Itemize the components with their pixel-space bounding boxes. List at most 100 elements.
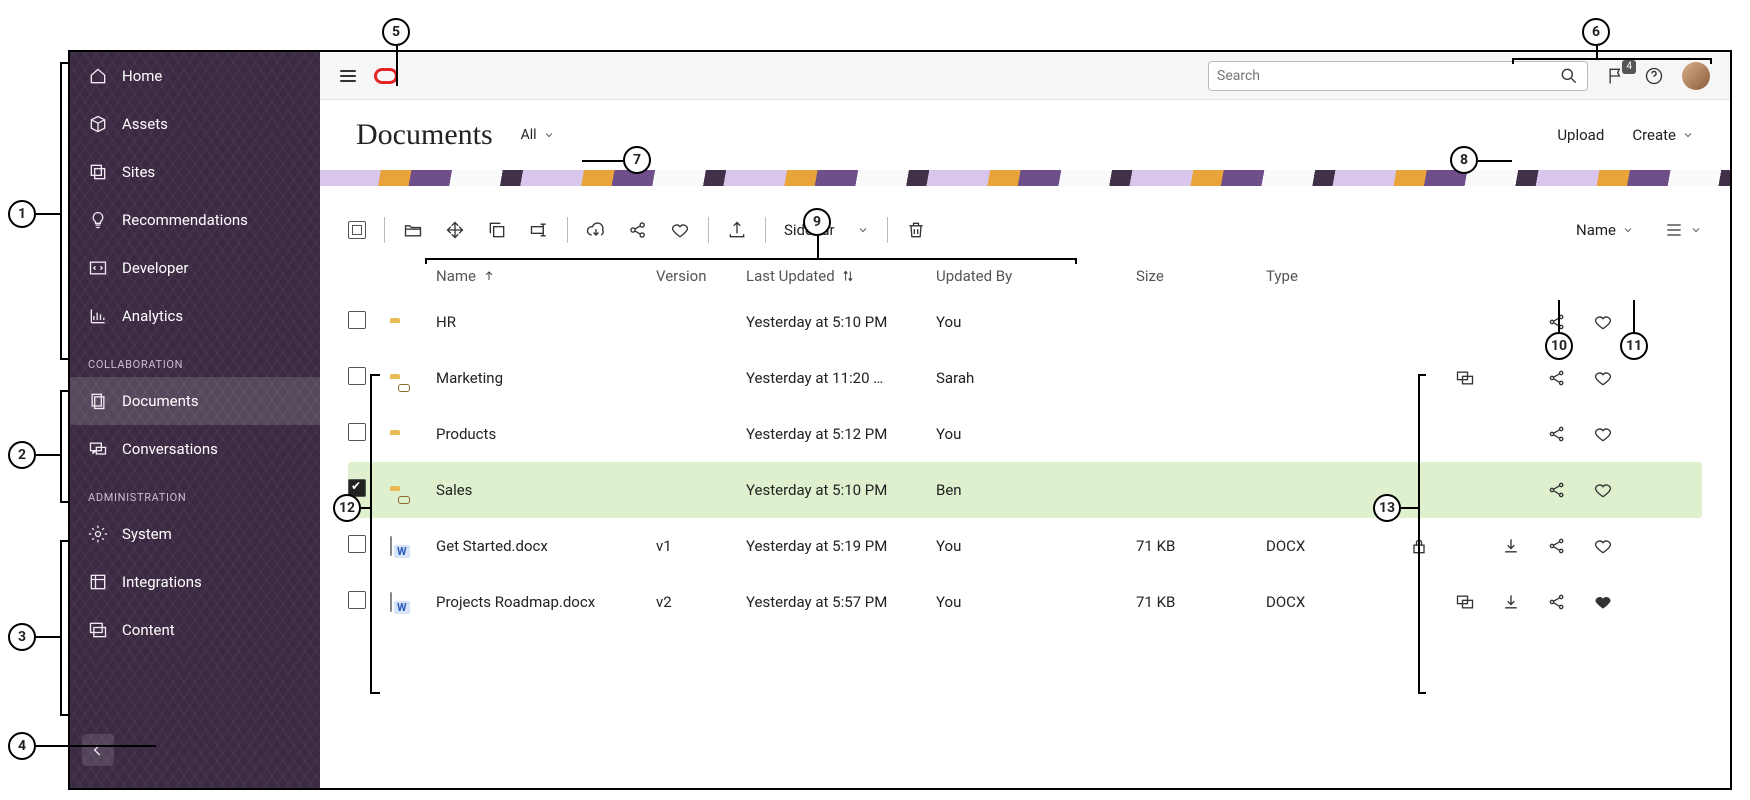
create-button[interactable]: Create bbox=[1632, 126, 1694, 144]
sidebar-item-analytics[interactable]: Analytics bbox=[70, 292, 320, 340]
sidebar-item-label: Home bbox=[122, 67, 162, 85]
cell-name: Projects Roadmap.docx bbox=[436, 593, 656, 611]
row-checkbox[interactable] bbox=[348, 311, 366, 329]
leader-3 bbox=[36, 636, 60, 638]
callout-8: 8 bbox=[1450, 146, 1478, 174]
sidebar-item-integrations[interactable]: Integrations bbox=[70, 558, 320, 606]
heart-icon bbox=[1593, 312, 1613, 332]
gear-icon bbox=[88, 524, 108, 544]
share-icon bbox=[628, 220, 648, 240]
table-row[interactable]: SalesYesterday at 5:10 PMBen bbox=[348, 462, 1702, 518]
row-favorite-button[interactable] bbox=[1580, 424, 1626, 444]
col-by[interactable]: Updated By bbox=[936, 267, 1136, 285]
table-row[interactable]: Projects Roadmap.docxv2Yesterday at 5:57… bbox=[348, 574, 1702, 630]
sidebar-collapse-button[interactable] bbox=[82, 734, 114, 766]
layers-icon bbox=[88, 162, 108, 182]
upload-to-button[interactable] bbox=[727, 220, 747, 240]
upload-button[interactable]: Upload bbox=[1557, 126, 1604, 144]
chat-icon bbox=[88, 439, 108, 459]
table-row[interactable]: Get Started.docxv1Yesterday at 5:19 PMYo… bbox=[348, 518, 1702, 574]
row-download-button[interactable] bbox=[1488, 592, 1534, 612]
row-favorite-button[interactable] bbox=[1580, 592, 1626, 612]
rename-icon bbox=[529, 220, 549, 240]
col-size[interactable]: Size bbox=[1136, 267, 1266, 285]
cell-type: DOCX bbox=[1266, 537, 1396, 555]
row-favorite-button[interactable] bbox=[1580, 536, 1626, 556]
favorite-button[interactable] bbox=[670, 220, 690, 240]
cell-name: Get Started.docx bbox=[436, 537, 656, 555]
filter-dropdown[interactable]: All bbox=[521, 127, 555, 143]
row-download-button[interactable] bbox=[1488, 536, 1534, 556]
sidebar-item-label: System bbox=[122, 525, 172, 543]
callout-11: 11 bbox=[1620, 332, 1648, 360]
decorative-ribbon bbox=[320, 170, 1730, 186]
sidebar-item-assets[interactable]: Assets bbox=[70, 100, 320, 148]
row-checkbox[interactable] bbox=[348, 591, 366, 609]
row-favorite-button[interactable] bbox=[1580, 480, 1626, 500]
open-button[interactable] bbox=[403, 220, 423, 240]
row-checkbox[interactable] bbox=[348, 423, 366, 441]
table-row[interactable]: HRYesterday at 5:10 PMYou bbox=[348, 294, 1702, 350]
row-share-button[interactable] bbox=[1534, 312, 1580, 332]
notifications-button[interactable]: 4 bbox=[1606, 66, 1626, 86]
sidebar-item-home[interactable]: Home bbox=[70, 52, 320, 100]
row-chat-button[interactable] bbox=[1442, 368, 1488, 388]
cell-updated: Yesterday at 5:10 PM bbox=[746, 481, 936, 499]
move-button[interactable] bbox=[445, 220, 465, 240]
sidebar-item-label: Assets bbox=[122, 115, 168, 133]
share-button[interactable] bbox=[628, 220, 648, 240]
cell-type: DOCX bbox=[1266, 593, 1396, 611]
copy-button[interactable] bbox=[487, 220, 507, 240]
row-checkbox[interactable] bbox=[348, 535, 366, 553]
col-version[interactable]: Version bbox=[656, 267, 746, 285]
row-share-button[interactable] bbox=[1534, 480, 1580, 500]
heart-icon bbox=[670, 220, 690, 240]
action-toolbar: Sidebar Name bbox=[348, 202, 1702, 258]
download-button[interactable] bbox=[586, 220, 606, 240]
row-share-button[interactable] bbox=[1534, 424, 1580, 444]
row-share-button[interactable] bbox=[1534, 536, 1580, 556]
sidebar-item-conversations[interactable]: Conversations bbox=[70, 425, 320, 473]
help-button[interactable] bbox=[1644, 66, 1664, 86]
col-type[interactable]: Type bbox=[1266, 267, 1396, 285]
rename-button[interactable] bbox=[529, 220, 549, 240]
sort-dropdown[interactable]: Name bbox=[1576, 221, 1634, 239]
leader-9 bbox=[817, 236, 819, 258]
callout-10: 10 bbox=[1545, 332, 1573, 360]
user-avatar[interactable] bbox=[1682, 62, 1710, 90]
row-favorite-button[interactable] bbox=[1580, 312, 1626, 332]
heart-icon bbox=[1593, 424, 1613, 444]
view-toggle[interactable] bbox=[1664, 220, 1702, 240]
col-name[interactable]: Name bbox=[436, 267, 656, 285]
sidebar-item-documents[interactable]: Documents bbox=[70, 377, 320, 425]
row-share-button[interactable] bbox=[1534, 368, 1580, 388]
table-row[interactable]: ProductsYesterday at 5:12 PMYou bbox=[348, 406, 1702, 462]
sidebar-item-system[interactable]: System bbox=[70, 510, 320, 558]
select-all-checkbox[interactable] bbox=[348, 221, 366, 239]
leader-7 bbox=[582, 160, 624, 162]
row-checkbox[interactable] bbox=[348, 367, 366, 385]
integ-icon bbox=[88, 572, 108, 592]
bracket-3 bbox=[60, 540, 62, 716]
row-chat-button[interactable] bbox=[1442, 592, 1488, 612]
cell-name: Marketing bbox=[436, 369, 656, 387]
col-updated[interactable]: Last Updated bbox=[746, 267, 936, 285]
leader-2 bbox=[36, 454, 60, 456]
delete-button[interactable] bbox=[906, 220, 926, 240]
row-favorite-button[interactable] bbox=[1580, 368, 1626, 388]
menu-button[interactable] bbox=[340, 70, 356, 82]
table-row[interactable]: MarketingYesterday at 11:20 …Sarah bbox=[348, 350, 1702, 406]
sidebar-item-recommendations[interactable]: Recommendations bbox=[70, 196, 320, 244]
sidebar-item-content[interactable]: Content bbox=[70, 606, 320, 654]
help-icon bbox=[1644, 66, 1664, 86]
search-input[interactable] bbox=[1208, 61, 1588, 91]
row-share-button[interactable] bbox=[1534, 592, 1580, 612]
bulb-icon bbox=[88, 210, 108, 230]
callout-5: 5 bbox=[382, 18, 410, 46]
sidebar-item-developer[interactable]: Developer bbox=[70, 244, 320, 292]
sidebar-item-sites[interactable]: Sites bbox=[70, 148, 320, 196]
cell-version: v2 bbox=[656, 593, 746, 611]
search-field[interactable] bbox=[1217, 68, 1559, 84]
callout-12: 12 bbox=[333, 494, 361, 522]
leader-12 bbox=[360, 507, 370, 509]
